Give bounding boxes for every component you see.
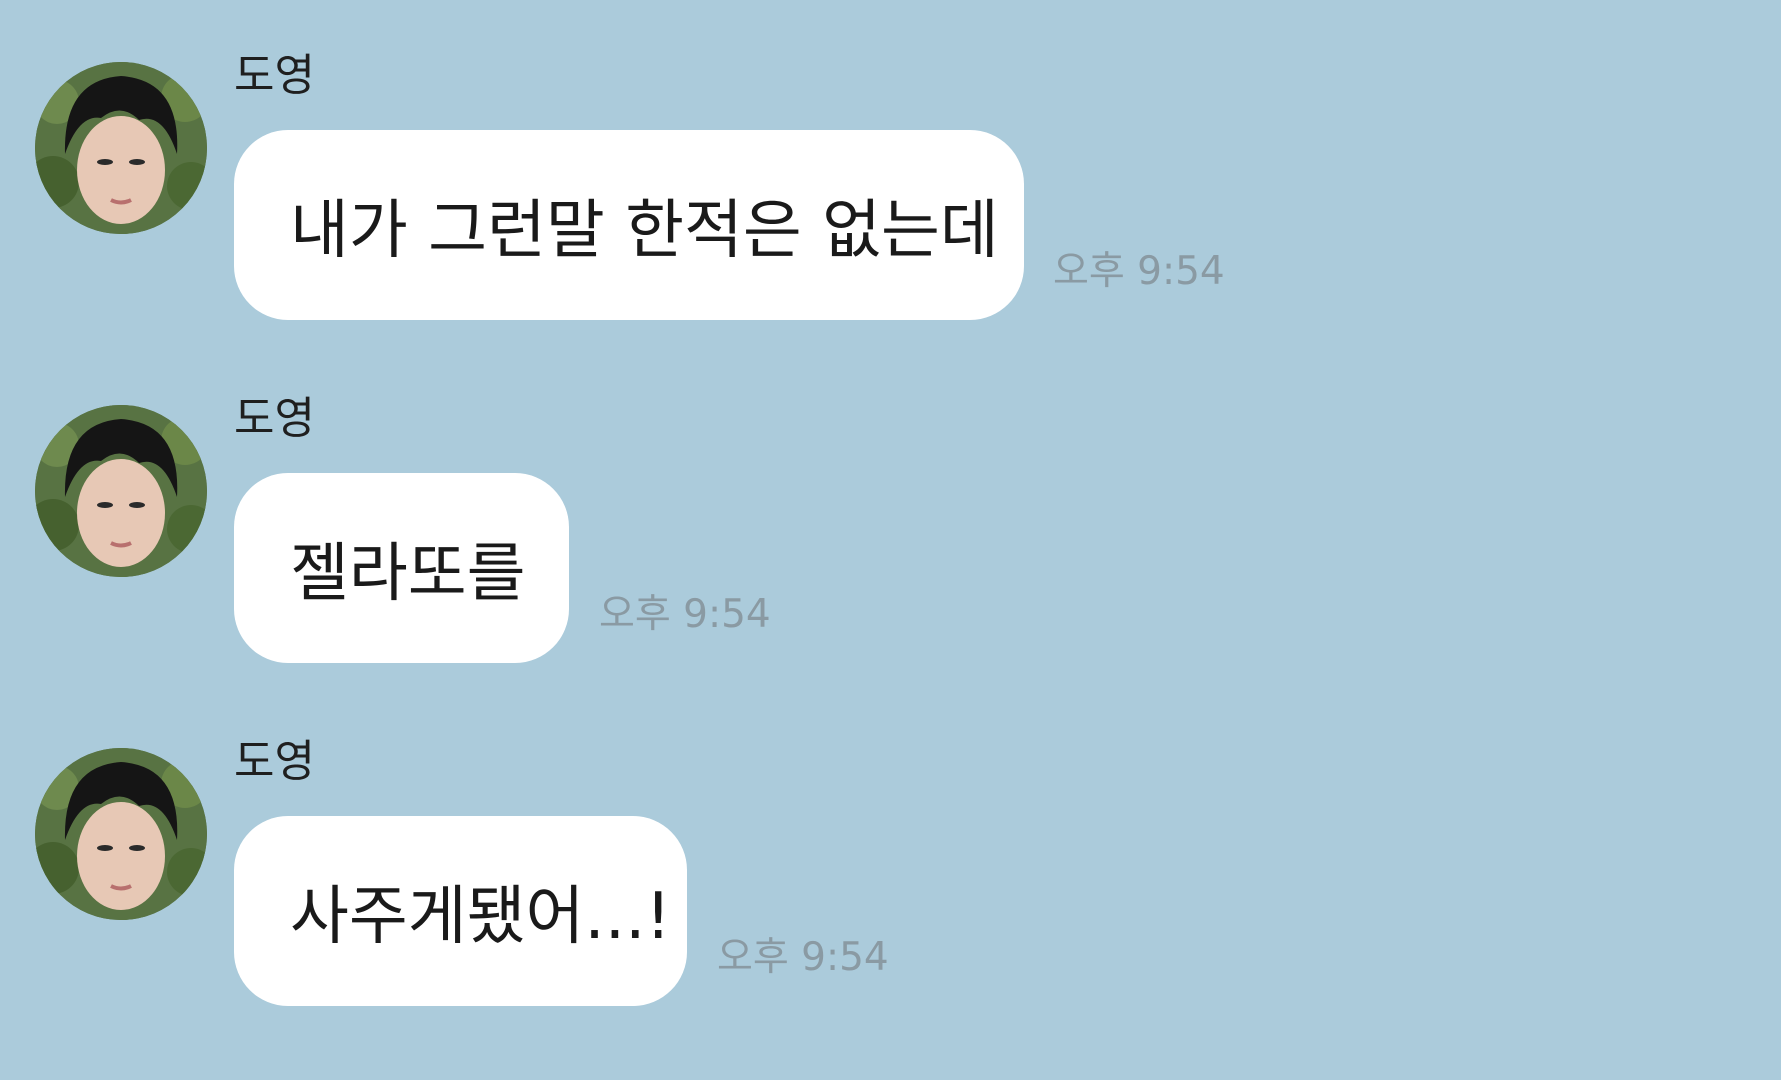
chat-message-list[interactable]: 도영 내가 그런말 한적은 없는데 오후 9:54 도영 젤라또를 오후 9:5…	[0, 0, 1781, 1080]
message-bubble[interactable]: 젤라또를	[234, 473, 569, 663]
message-bubble[interactable]: 사주게됐어...!	[234, 816, 687, 1006]
chat-message: 도영 사주게됐어...! 오후 9:54	[0, 736, 1781, 1036]
sender-name: 도영	[234, 393, 315, 444]
message-timestamp: 오후 9:54	[1053, 249, 1225, 294]
chat-message: 도영 내가 그런말 한적은 없는데 오후 9:54	[0, 50, 1781, 350]
sender-name: 도영	[234, 50, 315, 101]
message-timestamp: 오후 9:54	[599, 592, 771, 637]
sender-name: 도영	[234, 736, 315, 787]
profile-avatar[interactable]	[35, 748, 207, 920]
chat-message: 도영 젤라또를 오후 9:54	[0, 393, 1781, 693]
profile-avatar[interactable]	[35, 62, 207, 234]
profile-avatar[interactable]	[35, 405, 207, 577]
message-timestamp: 오후 9:54	[717, 935, 889, 980]
message-bubble[interactable]: 내가 그런말 한적은 없는데	[234, 130, 1024, 320]
